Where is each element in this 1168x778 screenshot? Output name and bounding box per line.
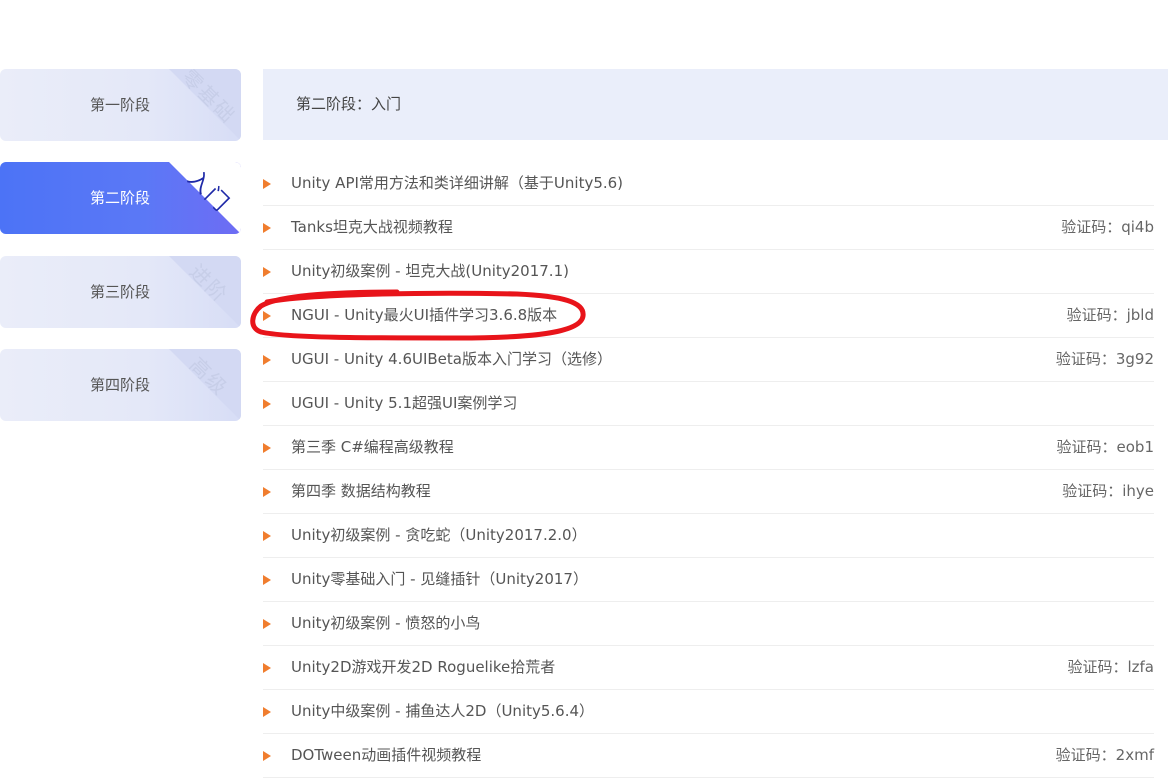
course-list: Unity API常用方法和类详细讲解（基于Unity5.6) Tanks坦克大… <box>263 162 1154 778</box>
course-title[interactable]: Tanks坦克大战视频教程 <box>291 206 453 249</box>
verification-code: 验证码：eob1 <box>1056 438 1154 456</box>
course-row[interactable]: Unity中级案例 - 捕鱼达人2D（Unity5.6.4） <box>263 690 1154 734</box>
play-triangle-icon <box>263 751 271 761</box>
course-title[interactable]: Unity初级案例 - 贪吃蛇（Unity2017.2.0） <box>291 514 587 557</box>
play-triangle-icon <box>263 575 271 585</box>
play-triangle-icon <box>263 267 271 277</box>
play-triangle-icon <box>263 443 271 453</box>
verification-code: 验证码：jbld <box>1066 306 1154 324</box>
course-title[interactable]: Unity零基础入门 - 见缝插针（Unity2017） <box>291 558 588 601</box>
course-title[interactable]: Unity初级案例 - 愤怒的小鸟 <box>291 602 480 645</box>
verification-code: 验证码：ihye <box>1062 482 1154 500</box>
verification-code: 验证码：3g92 <box>1055 350 1154 368</box>
play-triangle-icon <box>263 531 271 541</box>
course-row[interactable]: Unity API常用方法和类详细讲解（基于Unity5.6) <box>263 162 1154 206</box>
course-title[interactable]: DOTween动画插件视频教程 <box>291 734 481 777</box>
course-row[interactable]: Unity零基础入门 - 见缝插针（Unity2017） <box>263 558 1154 602</box>
course-title[interactable]: Unity2D游戏开发2D Roguelike拾荒者 <box>291 646 555 689</box>
course-title[interactable]: 第四季 数据结构教程 <box>291 470 431 513</box>
course-title[interactable]: 第三季 C#编程高级教程 <box>291 426 454 469</box>
play-triangle-icon <box>263 487 271 497</box>
play-triangle-icon <box>263 355 271 365</box>
stage-corner-badge: 进阶 <box>169 256 241 328</box>
play-triangle-icon <box>263 399 271 409</box>
course-row[interactable]: 第三季 C#编程高级教程 验证码：eob1 <box>263 426 1154 470</box>
course-title[interactable]: NGUI - Unity最火UI插件学习3.6.8版本 <box>291 294 557 337</box>
course-row[interactable]: NGUI - Unity最火UI插件学习3.6.8版本 验证码：jbld <box>263 294 1154 338</box>
course-row[interactable]: DOTween动画插件视频教程 验证码：2xmf <box>263 734 1154 778</box>
play-triangle-icon <box>263 179 271 189</box>
play-triangle-icon <box>263 619 271 629</box>
stage-tab-3[interactable]: 第三阶段 进阶 <box>0 256 241 328</box>
course-title[interactable]: UGUI - Unity 5.1超强UI案例学习 <box>291 382 517 425</box>
stage-header: 第二阶段：入门 <box>263 69 1168 140</box>
play-triangle-icon <box>263 663 271 673</box>
verification-code: 验证码：2xmf <box>1055 746 1154 764</box>
course-row[interactable]: Unity初级案例 - 坦克大战(Unity2017.1) <box>263 250 1154 294</box>
course-row[interactable]: Unity初级案例 - 贪吃蛇（Unity2017.2.0） <box>263 514 1154 558</box>
course-title[interactable]: Unity初级案例 - 坦克大战(Unity2017.1) <box>291 250 569 293</box>
verification-code: 验证码：qi4b <box>1061 218 1154 236</box>
stage-corner-badge: 零基础 <box>169 69 241 141</box>
course-row[interactable]: UGUI - Unity 4.6UIBeta版本入门学习（选修） 验证码：3g92 <box>263 338 1154 382</box>
stage-corner-badge: 高级 <box>169 349 241 421</box>
course-title[interactable]: Unity中级案例 - 捕鱼达人2D（Unity5.6.4） <box>291 690 594 733</box>
stage-header-title: 第二阶段：入门 <box>296 95 402 113</box>
course-row[interactable]: 第四季 数据结构教程 验证码：ihye <box>263 470 1154 514</box>
stage-tab-2[interactable]: 第二阶段 入门 <box>0 162 241 234</box>
stage-tab-1[interactable]: 第一阶段 零基础 <box>0 69 241 141</box>
course-row[interactable]: Tanks坦克大战视频教程 验证码：qi4b <box>263 206 1154 250</box>
play-triangle-icon <box>263 223 271 233</box>
course-row[interactable]: Unity2D游戏开发2D Roguelike拾荒者 验证码：lzfa <box>263 646 1154 690</box>
course-row[interactable]: Unity初级案例 - 愤怒的小鸟 <box>263 602 1154 646</box>
course-title[interactable]: UGUI - Unity 4.6UIBeta版本入门学习（选修） <box>291 338 612 381</box>
course-row[interactable]: UGUI - Unity 5.1超强UI案例学习 <box>263 382 1154 426</box>
play-triangle-icon <box>263 311 271 321</box>
course-title[interactable]: Unity API常用方法和类详细讲解（基于Unity5.6) <box>291 162 623 205</box>
verification-code: 验证码：lzfa <box>1067 658 1154 676</box>
stage-tab-4[interactable]: 第四阶段 高级 <box>0 349 241 421</box>
stage-corner-badge: 入门 <box>169 162 241 234</box>
play-triangle-icon <box>263 707 271 717</box>
